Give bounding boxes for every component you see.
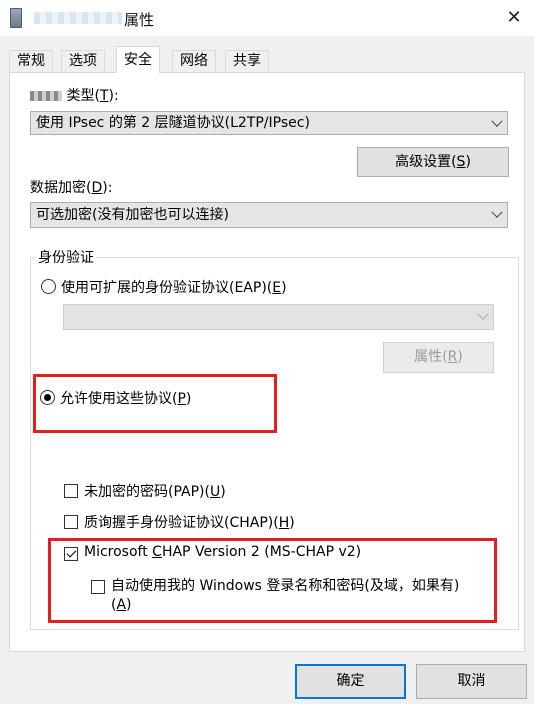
- auto-logon-label[interactable]: 自动使用我的 Windows 登录名称和密码(及域，如果有) (A): [111, 577, 459, 615]
- pap-label[interactable]: 未加密的密码(PAP)(U): [84, 481, 226, 501]
- tab-options[interactable]: 选项: [61, 50, 105, 72]
- eap-radio-label[interactable]: 使用可扩展的身份验证协议(EAP)(E): [61, 277, 287, 297]
- auto-logon-checkbox[interactable]: [91, 580, 105, 594]
- chevron-down-icon: [491, 206, 503, 218]
- window-title: 属性: [124, 11, 155, 29]
- vpn-connection-icon: [10, 8, 22, 28]
- allow-protocols-radio[interactable]: [40, 390, 55, 405]
- ok-button[interactable]: 确定: [295, 664, 406, 699]
- mschap-v2-label[interactable]: Microsoft CHAP Version 2 (MS-CHAP v2): [84, 544, 361, 560]
- security-panel: 类型(T): 使用 IPsec 的第 2 层隧道协议(L2TP/IPsec) 高…: [9, 72, 525, 652]
- chap-label[interactable]: 质询握手身份验证协议(CHAP)(H): [84, 512, 295, 532]
- chap-checkbox[interactable]: [64, 515, 78, 529]
- vpn-type-label: 类型(T):: [30, 85, 119, 105]
- data-encryption-label: 数据加密(D):: [30, 180, 113, 196]
- title-bar: 属性 ✕: [0, 0, 534, 36]
- close-button[interactable]: ✕: [498, 2, 530, 34]
- tab-general[interactable]: 常规: [9, 50, 53, 72]
- pap-checkbox[interactable]: [64, 484, 78, 498]
- vpn-type-value: 使用 IPsec 的第 2 层隧道协议(L2TP/IPsec): [36, 115, 310, 131]
- chevron-down-icon: [477, 308, 489, 320]
- tab-sharing[interactable]: 共享: [225, 50, 269, 72]
- authentication-legend: 身份验证: [36, 247, 96, 267]
- advanced-settings-button[interactable]: 高级设置(S): [357, 147, 509, 177]
- redacted-vpn-text: [30, 91, 62, 101]
- cancel-button[interactable]: 取消: [416, 664, 527, 699]
- eap-radio[interactable]: [41, 279, 56, 294]
- redacted-connection-name: [34, 12, 122, 24]
- tab-networking[interactable]: 网络: [172, 50, 216, 72]
- eap-properties-button[interactable]: 属性(R): [383, 342, 494, 373]
- vpn-type-select[interactable]: 使用 IPsec 的第 2 层隧道协议(L2TP/IPsec): [30, 111, 508, 135]
- data-encryption-value: 可选加密(没有加密也可以连接): [36, 207, 229, 223]
- allow-protocols-label[interactable]: 允许使用这些协议(P): [60, 388, 191, 408]
- tab-security[interactable]: 安全: [116, 46, 160, 73]
- data-encryption-select[interactable]: 可选加密(没有加密也可以连接): [30, 202, 508, 228]
- eap-method-select[interactable]: [63, 304, 494, 330]
- chevron-down-icon: [491, 115, 503, 127]
- mschap-v2-checkbox[interactable]: [64, 547, 78, 561]
